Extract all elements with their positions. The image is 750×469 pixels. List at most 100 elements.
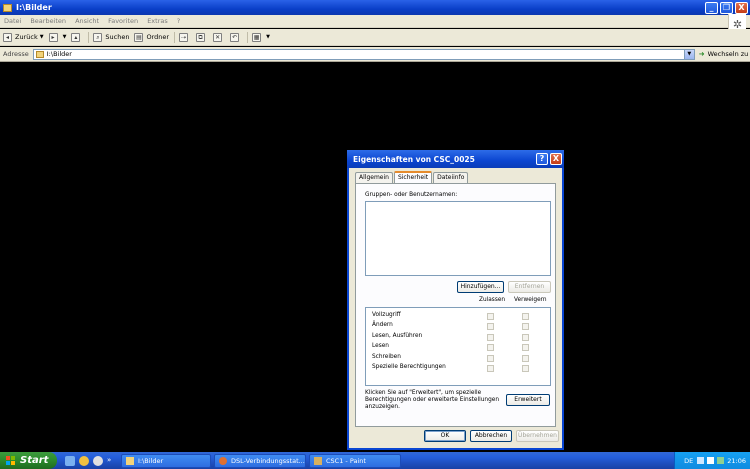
back-button[interactable]: ◂ Zurück ▼ (3, 32, 44, 42)
show-desktop-icon[interactable] (65, 455, 75, 466)
copy-to-icon: ⧉ (196, 32, 206, 42)
minimize-button[interactable]: _ (705, 1, 718, 14)
help-button[interactable]: ? (536, 153, 548, 165)
properties-dialog: Eigenschaften von CSC_0025 ? X Allgemein… (347, 150, 564, 450)
tab-sicherheit[interactable]: Sicherheit (393, 171, 433, 183)
groups-listbox[interactable] (365, 201, 551, 276)
allow-checkbox[interactable] (487, 313, 494, 320)
up-button[interactable]: ▴ (71, 32, 83, 42)
permission-label: Spezielle Berechtigungen (372, 364, 446, 370)
allow-checkbox[interactable] (487, 334, 494, 341)
remove-button[interactable]: Entfernen (508, 281, 551, 293)
browser-icon[interactable] (79, 455, 89, 466)
chevron-down-icon: ▼ (266, 34, 270, 40)
dialog-close-button[interactable]: X (550, 153, 562, 165)
forward-button[interactable]: ▸ ▼ (48, 32, 66, 42)
toolbar-divider (174, 31, 176, 43)
deny-checkbox[interactable] (522, 355, 529, 362)
back-arrow-icon: ◂ (3, 32, 12, 42)
volume-icon[interactable] (707, 457, 715, 464)
permission-row: Ändern (372, 322, 547, 332)
menu-help[interactable]: ? (177, 17, 180, 25)
task-dsl-status[interactable]: DSL-Verbindungsstat... (214, 453, 306, 468)
groups-label: Gruppen- oder Benutzernamen: (365, 192, 458, 198)
paint-icon (314, 456, 322, 465)
tab-allgemein[interactable]: Allgemein (355, 172, 393, 183)
task-explorer[interactable]: I:\Bilder (121, 453, 211, 468)
address-bar: Adresse I:\Bilder ▼ ➜ Wechseln zu (0, 47, 750, 62)
permission-row: Lesen, Ausführen (372, 333, 547, 343)
delete-icon: ✕ (213, 32, 223, 42)
address-dropdown-button[interactable]: ▼ (683, 49, 694, 59)
clock: 21:06 (727, 456, 746, 465)
search-button[interactable]: ⌕ Suchen (93, 32, 129, 42)
system-tray: DE 21:06 (674, 452, 750, 469)
permission-label: Schreiben (372, 354, 401, 360)
views-button[interactable]: ▦ ▼ (252, 32, 270, 42)
folders-button[interactable]: ▤ Ordner (134, 32, 170, 42)
delete-button[interactable]: ✕ (213, 32, 225, 42)
allow-checkbox[interactable] (487, 323, 494, 330)
start-label: Start (20, 455, 49, 466)
undo-button[interactable]: ↶ (230, 32, 242, 42)
permission-label: Vollzugriff (372, 312, 401, 318)
deny-checkbox[interactable] (522, 344, 529, 351)
deny-checkbox[interactable] (522, 365, 529, 372)
close-button[interactable]: X (735, 1, 748, 14)
views-icon: ▦ (252, 32, 262, 42)
task-label: I:\Bilder (138, 456, 164, 465)
menu-extras[interactable]: Extras (147, 17, 168, 25)
go-button[interactable]: ➜ Wechseln zu (699, 50, 749, 58)
task-label: CSC1 - Paint (326, 456, 366, 465)
menu-ansicht[interactable]: Ansicht (75, 17, 99, 25)
task-paint[interactable]: CSC1 - Paint (309, 453, 401, 468)
menu-bar: Datei Bearbeiten Ansicht Favoriten Extra… (0, 15, 750, 28)
allow-checkbox[interactable] (487, 344, 494, 351)
menu-datei[interactable]: Datei (4, 17, 21, 25)
folder-icon (126, 456, 134, 465)
folder-icon (3, 3, 12, 12)
allow-checkbox[interactable] (487, 355, 494, 362)
explorer-titlebar[interactable]: I:\Bilder _ ❐ X (0, 0, 750, 15)
apply-button[interactable]: Übernehmen (516, 430, 559, 442)
toolbar-divider (88, 31, 90, 43)
media-player-icon[interactable] (93, 455, 103, 466)
allow-checkbox[interactable] (487, 365, 494, 372)
permission-label: Lesen (372, 343, 389, 349)
advanced-button[interactable]: Erweitert (506, 394, 550, 406)
move-to-button[interactable]: ⇢ (179, 32, 191, 42)
menu-favoriten[interactable]: Favoriten (108, 17, 138, 25)
go-arrow-icon: ➜ (698, 50, 705, 58)
permission-row: Vollzugriff (372, 312, 547, 322)
deny-checkbox[interactable] (522, 323, 529, 330)
undo-icon: ↶ (230, 32, 240, 42)
deny-checkbox[interactable] (522, 313, 529, 320)
add-button[interactable]: Hinzufügen... (457, 281, 504, 293)
folder-icon (35, 50, 44, 58)
chevron-right-icon[interactable]: » (107, 456, 117, 466)
menu-bearbeiten[interactable]: Bearbeiten (30, 17, 66, 25)
taskbar: Start » I:\Bilder DSL-Verbindungsstat...… (0, 452, 750, 469)
folders-label: Ordner (146, 33, 170, 41)
network-icon (219, 456, 227, 465)
tab-dateiinfo[interactable]: Dateiinfo (433, 172, 469, 183)
start-button[interactable]: Start (0, 452, 57, 469)
window-title: I:\Bilder (16, 3, 52, 12)
restore-button[interactable]: ❐ (720, 1, 733, 14)
deny-checkbox[interactable] (522, 334, 529, 341)
permission-label: Lesen, Ausführen (372, 333, 423, 339)
language-indicator[interactable]: DE (684, 457, 693, 465)
cancel-button[interactable]: Abbrechen (470, 430, 512, 442)
network-tray-icon[interactable] (697, 457, 705, 464)
security-panel: Gruppen- oder Benutzernamen: Hinzufügen.… (355, 183, 556, 427)
address-input[interactable]: I:\Bilder ▼ (32, 48, 695, 60)
security-icon[interactable] (717, 457, 725, 464)
forward-arrow-icon: ▸ (48, 32, 58, 42)
copy-to-button[interactable]: ⧉ (196, 32, 208, 42)
dialog-titlebar[interactable]: Eigenschaften von CSC_0025 ? X (347, 150, 564, 168)
ok-button[interactable]: OK (424, 430, 466, 442)
quick-launch: » (65, 455, 121, 466)
toolbar-divider (247, 31, 249, 43)
deny-column-header: Verweigern (514, 297, 547, 303)
permissions-list[interactable]: Vollzugriff Ändern Lesen, Ausführen Lese… (365, 307, 551, 386)
